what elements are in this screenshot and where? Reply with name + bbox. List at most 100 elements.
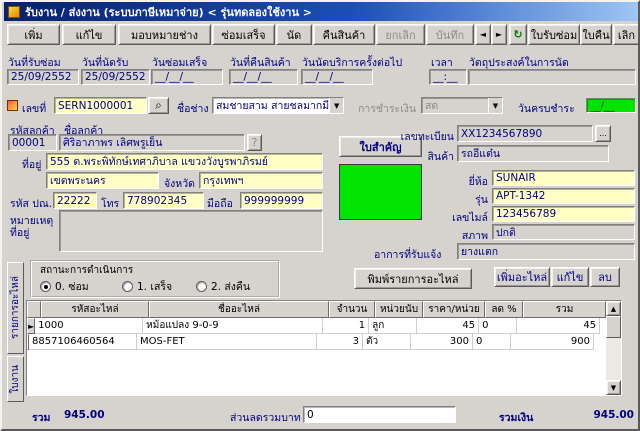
appointment-purpose-field[interactable] <box>468 69 636 85</box>
doc-no-field[interactable]: SERN1000001 <box>54 97 147 114</box>
cell-discount: 0 <box>473 334 511 350</box>
cancel-button[interactable]: ยกเลิก <box>376 24 425 45</box>
pickup-date-field[interactable]: 25/09/2552 <box>81 69 150 85</box>
col-unit[interactable]: หน่วยนับ <box>375 301 423 318</box>
customer-name-field[interactable]: ศิริอาภาพร เลิศพรูเย็น <box>59 134 245 151</box>
mileage-label: เลขไมล์ <box>440 209 488 226</box>
scroll-down-icon[interactable]: ▼ <box>606 380 621 395</box>
exit-button[interactable]: เลิก <box>613 24 640 45</box>
parts-table-header: รหัสอะไหล่ ชื่ออะไหล่ จำนวน หน่วยนับ ราค… <box>27 301 621 318</box>
return-goods-button[interactable]: คืนสินค้า <box>313 24 375 45</box>
col-total[interactable]: รวม <box>523 301 606 318</box>
delete-part-button[interactable]: ลบ <box>590 267 620 287</box>
tab-parts-label: รายการอะไหล่ <box>8 276 23 339</box>
technician-combo[interactable]: สมชายสาม สายชลมากมี ▼ <box>212 97 344 114</box>
app-icon <box>8 6 20 18</box>
chevron-down-icon[interactable]: ▼ <box>329 97 344 114</box>
radio-status-finished[interactable]: 1. เสร็จ <box>122 278 172 295</box>
print-parts-button[interactable]: พิมพ์รายการอะไหล่ <box>354 268 472 289</box>
table-scrollbar[interactable]: ▲ ▼ <box>606 301 621 395</box>
province-field[interactable]: กรุงเทพฯ <box>199 172 323 189</box>
due-date-label: วันครบชำระ <box>518 100 575 117</box>
col-name[interactable]: ชื่ออะไหล่ <box>149 301 329 318</box>
next-service-date-field[interactable]: __/__/__ <box>301 69 373 85</box>
radio-status-repair[interactable]: 0. ซ่อม <box>40 278 89 295</box>
customer-help-icon[interactable]: ? <box>247 134 262 151</box>
customer-code-field[interactable]: 00001 <box>8 134 57 151</box>
registration-label: เลขทะเบียน <box>392 128 454 145</box>
payment-label: การชำระเงิน <box>358 100 416 117</box>
scroll-up-icon[interactable]: ▲ <box>606 301 621 316</box>
table-row[interactable]: 8857106460564 MOS-FET 3 ตัว 300 0 900 <box>27 334 621 350</box>
selector-col-header <box>27 301 41 318</box>
edit-part-button[interactable]: แก้ไข <box>551 267 589 287</box>
radio-icon <box>40 281 51 292</box>
model-field[interactable]: APT-1342 <box>492 188 635 204</box>
cell-price: 45 <box>417 318 479 334</box>
radio-label: 0. ซ่อม <box>55 278 89 295</box>
next-record-icon[interactable]: ► <box>491 24 507 45</box>
add-part-button[interactable]: เพิ่มอะไหล่ <box>494 267 550 287</box>
symptom-field[interactable]: ยางแตก <box>457 243 635 260</box>
time-field[interactable]: __:__ <box>429 69 467 85</box>
zip-field[interactable]: 22222 <box>53 192 97 209</box>
cell-unit: ลูก <box>369 318 417 334</box>
tab-job-sheet[interactable]: ใบงาน <box>7 356 24 402</box>
cell-discount: 0 <box>479 318 517 334</box>
address-line2-field[interactable]: เขตพระนคร <box>46 172 159 189</box>
cell-qty: 1 <box>323 318 369 334</box>
edit-button[interactable]: แก้ไข <box>62 24 116 45</box>
repair-slip-button[interactable]: ใบรับซ่อม <box>528 24 580 45</box>
radio-status-returned[interactable]: 2. ส่งคืน <box>196 278 250 295</box>
zip-label: รหัส ปณ. <box>10 195 52 212</box>
received-date-field[interactable]: 25/09/2552 <box>7 69 79 85</box>
col-qty[interactable]: จำนวน <box>329 301 375 318</box>
cell-total: 45 <box>517 318 600 334</box>
mobile-field[interactable]: 999999999 <box>240 192 323 209</box>
cell-name: MOS-FET <box>137 334 317 350</box>
col-price[interactable]: ราคา/หน่วย <box>423 301 485 318</box>
status-indicator-box <box>339 164 422 220</box>
table-row[interactable]: ► 1000 หม้อแปลง 9-0-9 1 ลูก 45 0 45 <box>27 318 621 334</box>
registration-field[interactable]: XX1234567890 <box>457 125 593 142</box>
cell-name: หม้อแปลง 9-0-9 <box>143 318 323 334</box>
grand-total-label: รวมเงิน <box>499 409 533 426</box>
discount-input[interactable]: 0 <box>303 406 456 423</box>
address-line1-field[interactable]: 555 ต.พระพิทักษ์เทศาภิบาล แขวงวังบูรพาภิ… <box>46 153 323 170</box>
due-date-field[interactable]: __/__ <box>586 98 636 113</box>
item-field[interactable]: รถอีแต๋น <box>457 145 609 162</box>
save-button[interactable]: บันทึก <box>426 24 474 45</box>
cell-price: 300 <box>411 334 473 350</box>
prev-record-icon[interactable]: ◄ <box>475 24 491 45</box>
address-note-label2: ที่อยู่ <box>10 224 29 241</box>
col-code[interactable]: รหัสอะไหล่ <box>41 301 149 318</box>
add-button[interactable]: เพิ่ม <box>7 24 60 45</box>
brand-label: ยี่ห้อ <box>450 173 488 190</box>
scrollbar-thumb[interactable] <box>606 316 621 338</box>
tab-job-label: ใบงาน <box>8 365 23 394</box>
condition-field[interactable]: ปกติ <box>492 224 635 240</box>
record-icon <box>7 100 18 111</box>
registration-more-icon[interactable]: ... <box>595 125 611 142</box>
return-slip-button[interactable]: ใบคืน <box>580 24 612 45</box>
repair-done-button[interactable]: ซ่อมเสร็จ <box>212 24 275 45</box>
brand-field[interactable]: SUNAIR <box>492 170 635 186</box>
cell-qty: 3 <box>317 334 363 350</box>
search-icon[interactable]: ⌕ <box>148 97 169 114</box>
returned-date-field[interactable]: __/__/__ <box>229 69 298 85</box>
address-note-field[interactable] <box>59 210 323 252</box>
col-discount[interactable]: ลด % <box>485 301 523 318</box>
radio-label: 1. เสร็จ <box>137 278 172 295</box>
finished-date-field[interactable]: __/__/__ <box>151 69 223 85</box>
refresh-icon[interactable]: ↻ <box>509 24 527 45</box>
phone-field[interactable]: 778902345 <box>123 192 204 209</box>
mileage-field[interactable]: 123456789 <box>492 206 635 222</box>
assign-technician-button[interactable]: มอบหมายช่าง <box>118 24 211 45</box>
radio-label: 2. ส่งคืน <box>211 278 250 295</box>
discount-total-label: ส่วนลดรวมบาท <box>230 409 301 426</box>
cell-code: 8857106460564 <box>29 334 137 350</box>
tab-parts-list[interactable]: รายการอะไหล่ <box>7 262 24 354</box>
province-label: จังหวัด <box>164 175 195 192</box>
appointment-button[interactable]: นัด <box>276 24 312 45</box>
title-bar: รับงาน / ส่งงาน (ระบบภาษีเหมาจ่าย) < รุ่… <box>4 2 640 21</box>
